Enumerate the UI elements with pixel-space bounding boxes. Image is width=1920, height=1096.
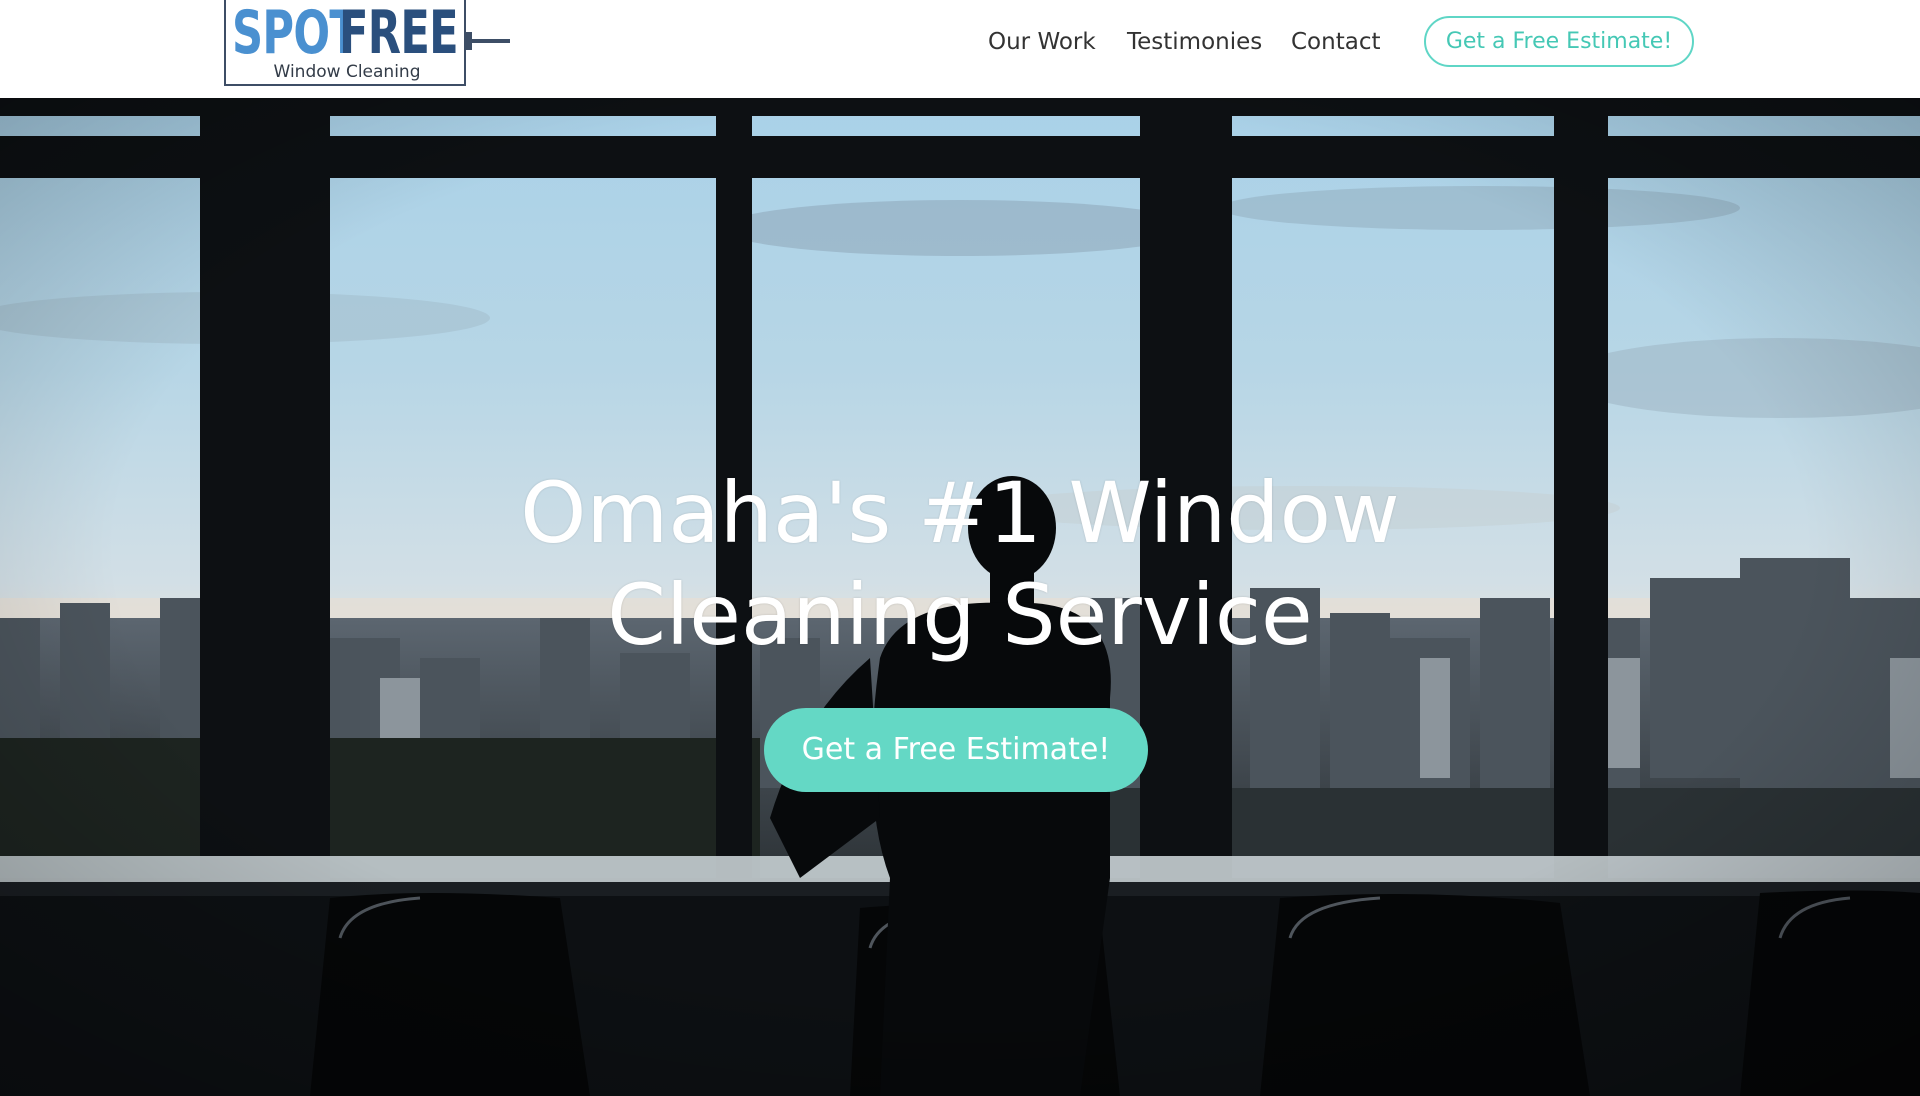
logo-wordmark-free: FREE bbox=[339, 0, 459, 68]
squeegee-icon bbox=[466, 32, 510, 50]
hero-estimate-button[interactable]: Get a Free Estimate! bbox=[764, 708, 1148, 792]
site-header: SPOT FREE Window Cleaning Our Work Testi… bbox=[0, 0, 1920, 98]
nav-testimonies[interactable]: Testimonies bbox=[1127, 24, 1262, 60]
logo: SPOT FREE Window Cleaning bbox=[224, 0, 466, 86]
page: SPOT FREE Window Cleaning Our Work Testi… bbox=[0, 0, 1920, 1096]
hero-section: Omaha's #1 Window Cleaning Service Get a… bbox=[0, 98, 1920, 1096]
logo-tagline: Window Cleaning bbox=[273, 62, 421, 82]
nav-contact[interactable]: Contact bbox=[1291, 24, 1380, 60]
header-estimate-button[interactable]: Get a Free Estimate! bbox=[1424, 16, 1694, 67]
logo-link[interactable]: SPOT FREE Window Cleaning bbox=[224, 0, 510, 88]
hero-title: Omaha's #1 Window Cleaning Service bbox=[520, 464, 1400, 664]
nav-our-work[interactable]: Our Work bbox=[988, 24, 1096, 60]
